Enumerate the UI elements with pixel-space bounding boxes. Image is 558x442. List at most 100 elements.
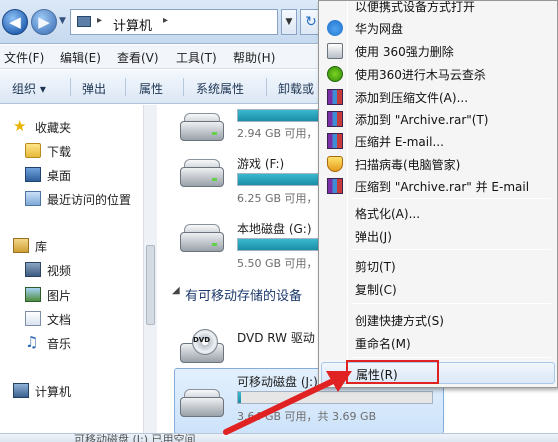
hard-drive-icon bbox=[180, 159, 224, 187]
context-menu: 以便携式设备方式打开 华为网盘 使用 360强力删除 使用360进行木马云查杀 … bbox=[318, 0, 558, 388]
menu-rename[interactable]: 重命名(M) bbox=[321, 332, 555, 354]
drive-name: 游戏 (F:) bbox=[237, 157, 285, 171]
nav-libraries-label: 库 bbox=[35, 240, 48, 254]
system-properties-button[interactable]: 系统属性 bbox=[196, 80, 244, 97]
navigation-scrollbar[interactable] bbox=[143, 105, 157, 442]
music-note-icon: ♫ bbox=[25, 333, 39, 351]
menu-label: 压缩并 E-mail... bbox=[355, 135, 444, 149]
menu-360-trojan-scan[interactable]: 使用360进行木马云查杀 bbox=[321, 63, 555, 85]
star-icon: ★ bbox=[13, 117, 27, 135]
breadcrumb-separator-icon[interactable]: ▸ bbox=[163, 15, 168, 26]
group-header-label: 有可移动存储的设备 bbox=[185, 289, 303, 304]
menu-label: 华为网盘 bbox=[355, 22, 404, 36]
menu-label: 添加到压缩文件(A)... bbox=[355, 91, 469, 105]
menu-add-to-archive-rar[interactable]: 添加到 "Archive.rar"(T) bbox=[321, 108, 555, 130]
menu-label: 添加到 "Archive.rar"(T) bbox=[355, 113, 489, 127]
navigation-pane: ★ 收藏夹 下载 桌面 最近访问的位置 库 视频 图片 文档 ♫ 音乐 计算机 bbox=[0, 105, 143, 442]
shield-icon bbox=[327, 156, 343, 172]
menu-label: 压缩到 "Archive.rar" 并 E-mail bbox=[355, 180, 530, 194]
toolbar-divider bbox=[266, 78, 267, 96]
usb-drive-name: 可移动磁盘 (J:) bbox=[237, 375, 318, 389]
navigation-scrollbar-thumb[interactable] bbox=[146, 245, 155, 325]
breadcrumb-separator-icon[interactable]: ▸ bbox=[97, 15, 102, 26]
nav-pictures-label: 图片 bbox=[47, 289, 72, 303]
menu-separator bbox=[351, 303, 551, 304]
nav-videos-label: 视频 bbox=[47, 264, 72, 278]
nav-recent-places-label: 最近访问的位置 bbox=[47, 193, 132, 207]
menu-format[interactable]: 格式化(A)... bbox=[321, 202, 555, 224]
nav-desktop-label: 桌面 bbox=[47, 169, 72, 183]
breadcrumb-computer[interactable]: 计算机 bbox=[113, 15, 152, 34]
usb-usage-bar bbox=[237, 391, 433, 404]
shredder-icon bbox=[327, 43, 343, 59]
menu-eject[interactable]: 弹出(J) bbox=[321, 225, 555, 247]
back-button[interactable]: ◀ bbox=[2, 9, 28, 35]
toolbar-divider bbox=[70, 78, 71, 96]
details-pane: 可移动磁盘 (J:) 已用空间 bbox=[0, 433, 558, 442]
menu-virus-scan[interactable]: 扫描病毒(电脑管家) bbox=[321, 153, 555, 175]
cloud-icon bbox=[327, 20, 343, 36]
forward-button[interactable]: ▶ bbox=[31, 9, 57, 35]
menu-edit[interactable]: 编辑(E) bbox=[60, 49, 101, 66]
documents-icon bbox=[25, 311, 41, 326]
nav-downloads-label: 下载 bbox=[47, 145, 72, 159]
menu-help[interactable]: 帮助(H) bbox=[233, 49, 275, 66]
uninstall-button[interactable]: 卸载或 bbox=[278, 80, 314, 97]
winrar-icon bbox=[327, 111, 343, 127]
menu-compress-and-email[interactable]: 压缩并 E-mail... bbox=[321, 130, 555, 152]
menu-label: 复制(C) bbox=[355, 283, 397, 297]
menu-copy[interactable]: 复制(C) bbox=[321, 278, 555, 300]
usb-usage-fill bbox=[238, 392, 241, 403]
address-dropdown-button[interactable]: ▼ bbox=[281, 9, 297, 35]
drive-size-text: 6.25 GB 可用， bbox=[237, 192, 318, 205]
drive-size-text: 2.94 GB 可用， bbox=[237, 127, 318, 140]
nav-documents-label: 文档 bbox=[47, 313, 72, 327]
menu-cut[interactable]: 剪切(T) bbox=[321, 255, 555, 277]
properties-highlight-box bbox=[346, 360, 439, 384]
drive-size-text: 5.50 GB 可用， bbox=[237, 257, 318, 270]
menu-tools[interactable]: 工具(T) bbox=[176, 49, 217, 66]
toolbar-divider bbox=[183, 78, 184, 96]
winrar-icon bbox=[327, 133, 343, 149]
toolbar-divider bbox=[125, 78, 126, 96]
computer-icon bbox=[13, 383, 29, 398]
properties-button[interactable]: 属性 bbox=[139, 80, 163, 97]
menu-separator bbox=[351, 198, 551, 199]
menu-label: 格式化(A)... bbox=[355, 207, 421, 221]
nav-computer-label: 计算机 bbox=[35, 385, 72, 399]
menu-add-to-archive[interactable]: 添加到压缩文件(A)... bbox=[321, 86, 555, 108]
computer-icon bbox=[77, 16, 91, 27]
details-text: 可移动磁盘 (J:) 已用空间 bbox=[74, 433, 196, 442]
menu-compress-to-rar-and-email[interactable]: 压缩到 "Archive.rar" 并 E-mail bbox=[321, 175, 555, 197]
desktop-icon bbox=[25, 167, 41, 182]
menu-label: 剪切(T) bbox=[355, 260, 396, 274]
eject-button[interactable]: 弹出 bbox=[82, 80, 106, 97]
menu-label: 扫描病毒(电脑管家) bbox=[355, 158, 461, 172]
nav-favorites-label: 收藏夹 bbox=[35, 121, 72, 135]
winrar-icon bbox=[327, 178, 343, 194]
menu-360-shred[interactable]: 使用 360强力删除 bbox=[321, 40, 555, 62]
downloads-folder-icon bbox=[25, 143, 41, 158]
pictures-icon bbox=[25, 287, 41, 302]
menu-open-as-portable-device[interactable]: 以便携式设备方式打开 bbox=[321, 0, 555, 17]
organize-button[interactable]: 组织 ▾ bbox=[12, 80, 46, 97]
hard-drive-icon bbox=[180, 113, 224, 141]
menu-label: 使用360进行木马云查杀 bbox=[355, 68, 486, 82]
menu-label: 弹出(J) bbox=[355, 230, 392, 244]
chevron-down-icon[interactable]: ◢ bbox=[172, 285, 180, 296]
menu-separator bbox=[351, 357, 551, 358]
nav-music-label: 音乐 bbox=[47, 337, 72, 351]
360-security-icon bbox=[327, 66, 343, 82]
menu-create-shortcut[interactable]: 创建快捷方式(S) bbox=[321, 309, 555, 331]
recent-pages-dropdown[interactable]: ▼ bbox=[59, 16, 66, 26]
hard-drive-icon bbox=[180, 224, 224, 252]
menu-view[interactable]: 查看(V) bbox=[117, 49, 159, 66]
dvd-drive-icon: DVD bbox=[180, 329, 224, 363]
menu-file[interactable]: 文件(F) bbox=[4, 49, 44, 66]
address-input[interactable]: ▸ 计算机 ▸ bbox=[70, 9, 278, 35]
recent-places-icon bbox=[25, 191, 41, 206]
usb-drive-icon bbox=[180, 389, 224, 417]
menu-label: 以便携式设备方式打开 bbox=[355, 0, 476, 14]
menu-huawei-cloud[interactable]: 华为网盘 bbox=[321, 17, 555, 39]
usb-size-text: 3.64 GB 可用，共 3.69 GB bbox=[237, 410, 377, 423]
